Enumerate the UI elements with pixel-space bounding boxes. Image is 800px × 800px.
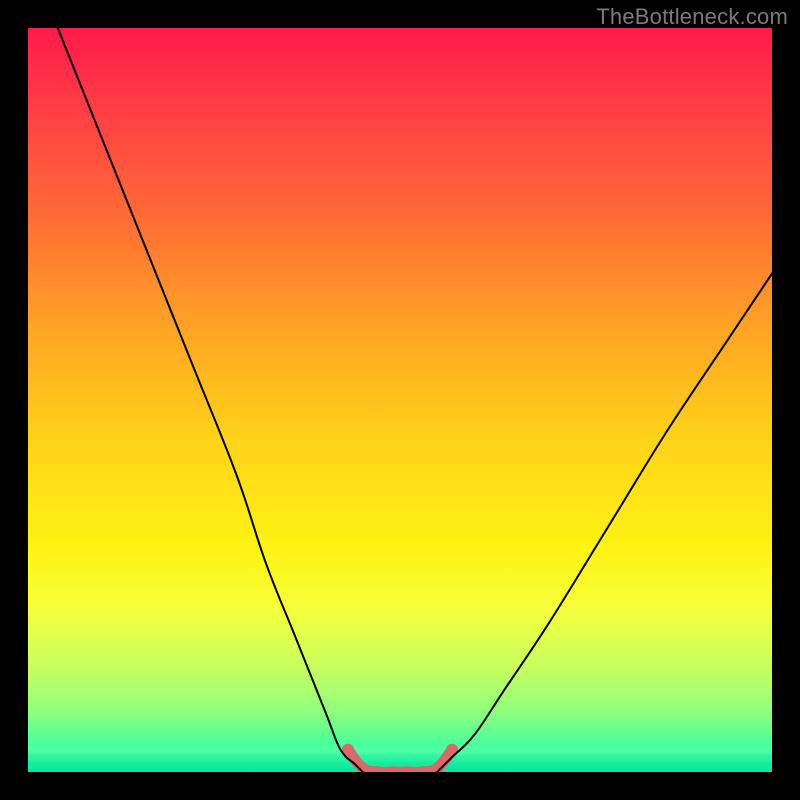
- plot-area: [28, 28, 772, 772]
- chart-frame: TheBottleneck.com: [0, 0, 800, 800]
- watermark-text: TheBottleneck.com: [596, 4, 788, 30]
- gradient-background: [28, 28, 772, 772]
- chart-svg: [28, 28, 772, 772]
